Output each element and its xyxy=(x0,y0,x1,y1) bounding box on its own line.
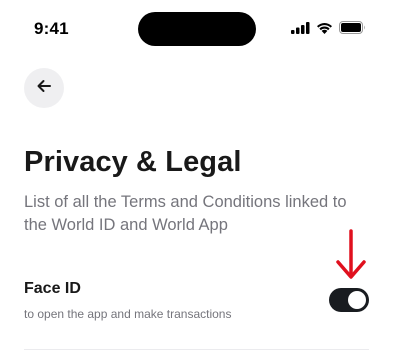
cellular-signal-icon xyxy=(291,21,310,34)
divider xyxy=(24,349,369,350)
page-subtitle: List of all the Terms and Conditions lin… xyxy=(24,193,347,234)
face-id-toggle[interactable] xyxy=(329,288,369,312)
battery-icon xyxy=(339,21,366,34)
wifi-icon xyxy=(316,22,333,34)
face-id-description: to open the app and make transactions xyxy=(24,307,232,321)
face-id-setting-row: Face ID to open the app and make transac… xyxy=(24,280,369,324)
status-time: 9:41 xyxy=(34,19,69,38)
arrow-left-icon xyxy=(35,77,53,100)
page-title: Privacy & Legal xyxy=(24,146,242,178)
face-id-label: Face ID xyxy=(24,280,81,297)
back-button[interactable] xyxy=(24,68,64,108)
status-bar: 9:41 xyxy=(0,0,393,60)
privacy-legal-screen: 9:41 Privacy & Legal List of all the Ter… xyxy=(0,0,393,352)
toggle-knob xyxy=(348,291,366,309)
red-down-arrow-icon xyxy=(335,229,367,286)
dynamic-island xyxy=(138,12,256,46)
status-icons xyxy=(291,21,366,34)
